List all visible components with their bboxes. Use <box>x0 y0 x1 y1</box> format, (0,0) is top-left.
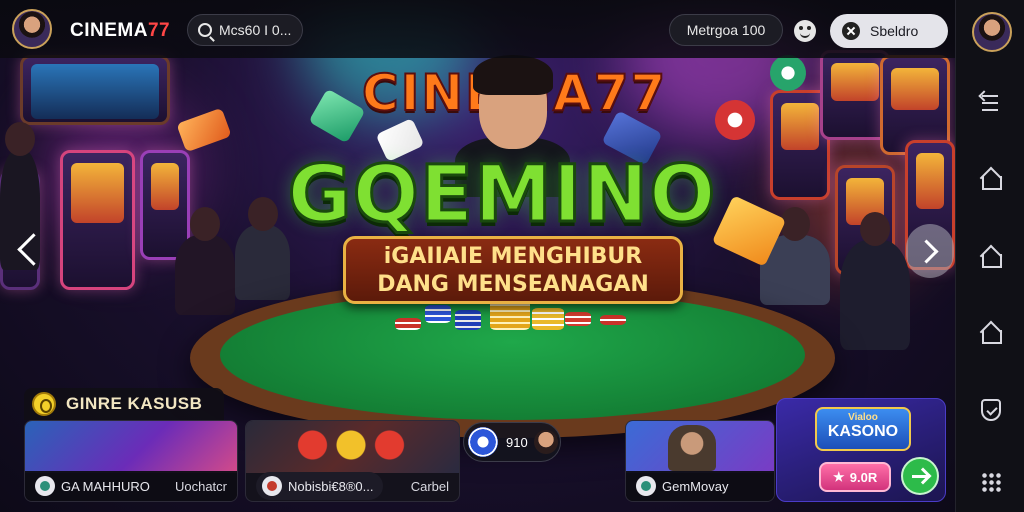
search-box[interactable] <box>187 14 303 46</box>
background-person <box>840 212 910 350</box>
promo-price: 9.0R <box>849 469 878 485</box>
coin-icon <box>32 392 56 416</box>
star-icon <box>833 471 845 482</box>
promo-logo-big: KASONO <box>827 423 899 440</box>
chip-stack <box>455 310 481 330</box>
slot-machine <box>20 55 170 125</box>
category-icon <box>262 476 282 496</box>
promo-logo: Vialoo KASONO <box>815 407 911 451</box>
site-logo[interactable]: CINEMA77 <box>70 20 170 42</box>
category-thumbnail <box>626 421 774 473</box>
hero-subtitle-line2: DANG MENSEANAGAN <box>377 272 649 297</box>
hero-subtitle-banner: iGAIIAIE MENGHIBUR DANG MENSEANAGAN <box>343 236 683 304</box>
chip-stack <box>600 315 626 325</box>
chip-stack <box>395 318 421 330</box>
carousel-prev-button[interactable] <box>12 226 46 276</box>
floating-card <box>176 107 232 153</box>
category-section-label: GINRE KASUSB <box>66 394 203 413</box>
sidebar-home-3[interactable] <box>956 312 1024 352</box>
chip-stack <box>490 300 530 330</box>
category-section-title: GINRE KASUSB <box>24 388 224 420</box>
login-button[interactable]: Sbeldro <box>830 14 948 48</box>
home-icon <box>980 322 1002 344</box>
search-input[interactable] <box>219 22 299 38</box>
category-card[interactable]: GemMovay <box>625 420 775 502</box>
shield-icon <box>980 399 1001 421</box>
category-name: GemMovay <box>662 478 729 494</box>
history-icon <box>980 92 1002 112</box>
language-selector[interactable]: Metrgoa 100 <box>669 14 783 46</box>
live-table-pill[interactable]: 910 <box>463 422 561 462</box>
user-avatar[interactable] <box>12 9 52 49</box>
promo-card[interactable]: Vialoo KASONO 9.0R <box>776 398 946 502</box>
emoji-icon[interactable] <box>794 20 816 42</box>
right-sidebar <box>955 0 1024 512</box>
close-icon <box>842 22 860 40</box>
search-icon <box>198 23 212 37</box>
grid-icon <box>980 472 1001 492</box>
chip-stack <box>565 312 591 326</box>
arrow-right-icon[interactable] <box>901 457 939 495</box>
home-icon <box>980 246 1002 268</box>
category-thumbnail <box>246 421 459 473</box>
promo-logo-small: Vialoo <box>848 412 878 423</box>
category-name: Nobisbi€8®0... <box>288 478 374 494</box>
background-person <box>175 207 235 315</box>
category-secondary: Carbel <box>410 478 449 494</box>
sidebar-security[interactable] <box>956 390 1024 430</box>
chip-icon <box>468 427 498 457</box>
logo-accent: 77 <box>147 20 171 41</box>
category-thumbnail <box>25 421 237 473</box>
sidebar-apps[interactable] <box>956 462 1024 502</box>
app-root: CINEMA77 GQEMINO iGAIIAIE MENGHIBUR DANG… <box>0 0 1024 512</box>
category-card[interactable]: Nobisbi€8®0... Carbel <box>245 420 460 502</box>
sidebar-history[interactable] <box>956 82 1024 122</box>
profile-avatar[interactable] <box>972 12 1012 52</box>
chip-stack <box>425 305 451 323</box>
category-icon <box>636 476 656 496</box>
sidebar-home-2[interactable] <box>956 236 1024 276</box>
hero-game-title: GQEMINO <box>286 149 717 242</box>
category-name: GA MAHHURO <box>61 478 150 494</box>
promo-price-button[interactable]: 9.0R <box>819 462 891 492</box>
category-card[interactable]: GA MAHHURO Uochatcr <box>24 420 238 502</box>
category-secondary: Uochatcr <box>174 478 227 494</box>
home-icon <box>980 168 1002 190</box>
slot-machine <box>60 150 135 290</box>
sidebar-home[interactable] <box>956 158 1024 198</box>
carousel-next-button[interactable] <box>906 224 954 278</box>
hero-subtitle-line1: iGAIIAIE MENGHIBUR <box>383 244 643 269</box>
chip-stack <box>532 308 564 330</box>
top-bar: CINEMA77 Metrgoa 100 Sbeldro <box>0 0 955 58</box>
login-button-label: Sbeldro <box>870 23 919 39</box>
category-icon <box>35 476 55 496</box>
logo-text: CINEMA <box>70 20 148 41</box>
dealer-avatar <box>533 430 558 454</box>
live-table-count: 910 <box>506 434 528 450</box>
